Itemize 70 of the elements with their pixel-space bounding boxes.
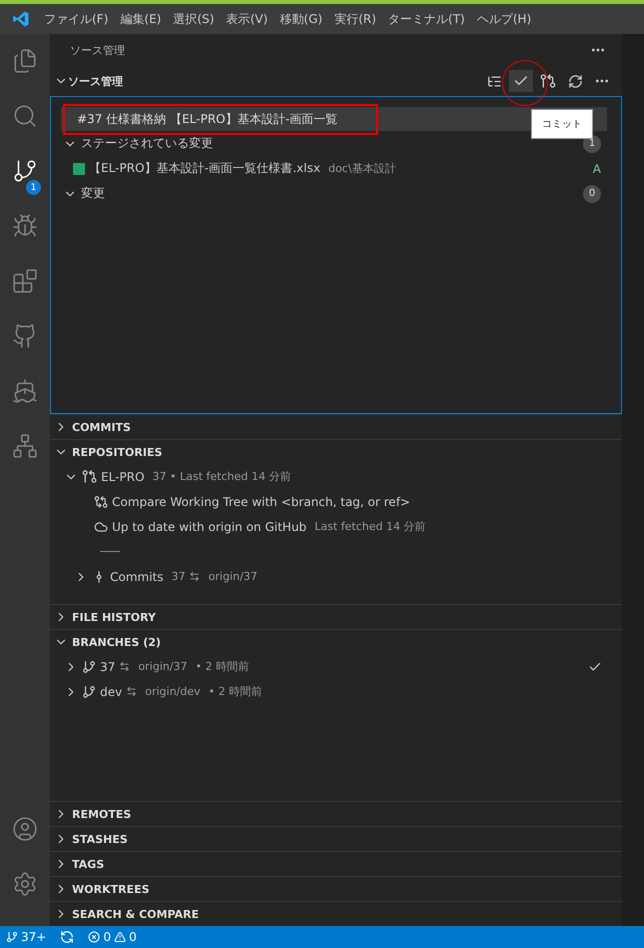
- sync-icon[interactable]: [60, 930, 74, 944]
- app-logo-icon: [12, 10, 30, 28]
- section-header[interactable]: ソース管理: [68, 74, 123, 88]
- item-detail: 37 • Last fetched 14 分前: [152, 469, 292, 484]
- compare-icon: [94, 494, 108, 508]
- group-label[interactable]: 変更: [81, 185, 105, 202]
- tree-list-icon[interactable]: [486, 74, 502, 88]
- refresh-icon[interactable]: [568, 74, 582, 88]
- section-header[interactable]: WORKTREES: [72, 882, 150, 896]
- menu-item[interactable]: ヘルプ(H): [470, 10, 538, 28]
- sync-arrows-icon: [126, 686, 138, 697]
- files-icon[interactable]: [12, 48, 38, 74]
- branch-icon[interactable]: [6, 931, 18, 943]
- debug-icon[interactable]: [12, 213, 38, 239]
- count-badge: 0: [583, 184, 601, 202]
- sync-arrows-icon: [119, 661, 130, 672]
- repository-icon: [82, 469, 97, 484]
- file-status: A: [592, 162, 601, 176]
- menu-item[interactable]: ファイル(F): [38, 10, 114, 28]
- account-icon[interactable]: [12, 816, 38, 842]
- group-label[interactable]: ステージされている変更: [81, 135, 213, 152]
- menu-item[interactable]: ターミナル(T): [382, 10, 471, 28]
- file-name[interactable]: 【EL-PRO】基本設計-画面一覧仕様書.xlsx: [89, 160, 320, 177]
- section-header[interactable]: BRANCHES (2): [72, 636, 161, 648]
- item-detail: • 2 時間前: [195, 659, 249, 674]
- menu-item[interactable]: 選択(S): [167, 10, 220, 28]
- branch-icon: [82, 660, 96, 674]
- settings-icon[interactable]: [12, 871, 38, 897]
- item-detail: Last fetched 14 分前: [314, 519, 426, 534]
- section-header[interactable]: REPOSITORIES: [72, 446, 162, 458]
- sync-arrows-icon: [189, 571, 200, 582]
- problems-status[interactable]: 0 0: [88, 930, 137, 944]
- item-detail: origin/37: [208, 570, 258, 583]
- source-control-icon[interactable]: [12, 158, 38, 184]
- menu-item[interactable]: 編集(E): [114, 10, 168, 28]
- section-header[interactable]: COMMITS: [72, 420, 131, 434]
- tree-item[interactable]: Up to date with origin on GitHub: [112, 520, 307, 534]
- file-path: doc\基本設計: [328, 161, 396, 176]
- section-header[interactable]: STASHES: [72, 832, 128, 846]
- extensions-icon[interactable]: [12, 268, 38, 294]
- tree-item[interactable]: 37: [100, 660, 116, 674]
- source-control-icon[interactable]: 1: [0, 158, 50, 213]
- warning-icon[interactable]: [114, 931, 126, 943]
- item-detail: • 2 時間前: [208, 684, 262, 699]
- branch-icon: [82, 684, 96, 698]
- badge: 1: [26, 180, 41, 195]
- search-icon[interactable]: [12, 103, 38, 129]
- section-header[interactable]: FILE HISTORY: [72, 610, 156, 624]
- pull-request-icon[interactable]: [540, 73, 556, 89]
- menu-item[interactable]: 表示(V): [220, 10, 274, 28]
- item-detail: 37: [171, 570, 186, 583]
- item-detail: origin/37: [138, 660, 188, 673]
- tree-item[interactable]: EL-PRO: [101, 470, 144, 484]
- section-header[interactable]: REMOTES: [72, 808, 132, 820]
- tooltip: コミット: [531, 109, 593, 139]
- sidebar-title: ソース管理: [70, 42, 125, 58]
- cloud-icon: [94, 520, 108, 534]
- annotation-circle: [502, 60, 548, 106]
- branch-status[interactable]: 37+: [6, 930, 46, 944]
- tree-item[interactable]: Compare Working Tree with <branch, tag, or ref>: [112, 494, 410, 508]
- section-header[interactable]: TAGS: [72, 858, 104, 870]
- tree-item[interactable]: Commits: [110, 570, 164, 584]
- menu-item[interactable]: 移動(G): [274, 10, 328, 28]
- tree-item[interactable]: dev: [100, 684, 122, 698]
- commit-button[interactable]: [509, 70, 533, 92]
- item-detail: origin/dev: [145, 685, 200, 698]
- spreadsheet-icon: [73, 162, 85, 174]
- menu-item[interactable]: 実行(R): [328, 10, 382, 28]
- section-header[interactable]: SEARCH & COMPARE: [72, 908, 199, 920]
- error-icon[interactable]: [88, 931, 100, 943]
